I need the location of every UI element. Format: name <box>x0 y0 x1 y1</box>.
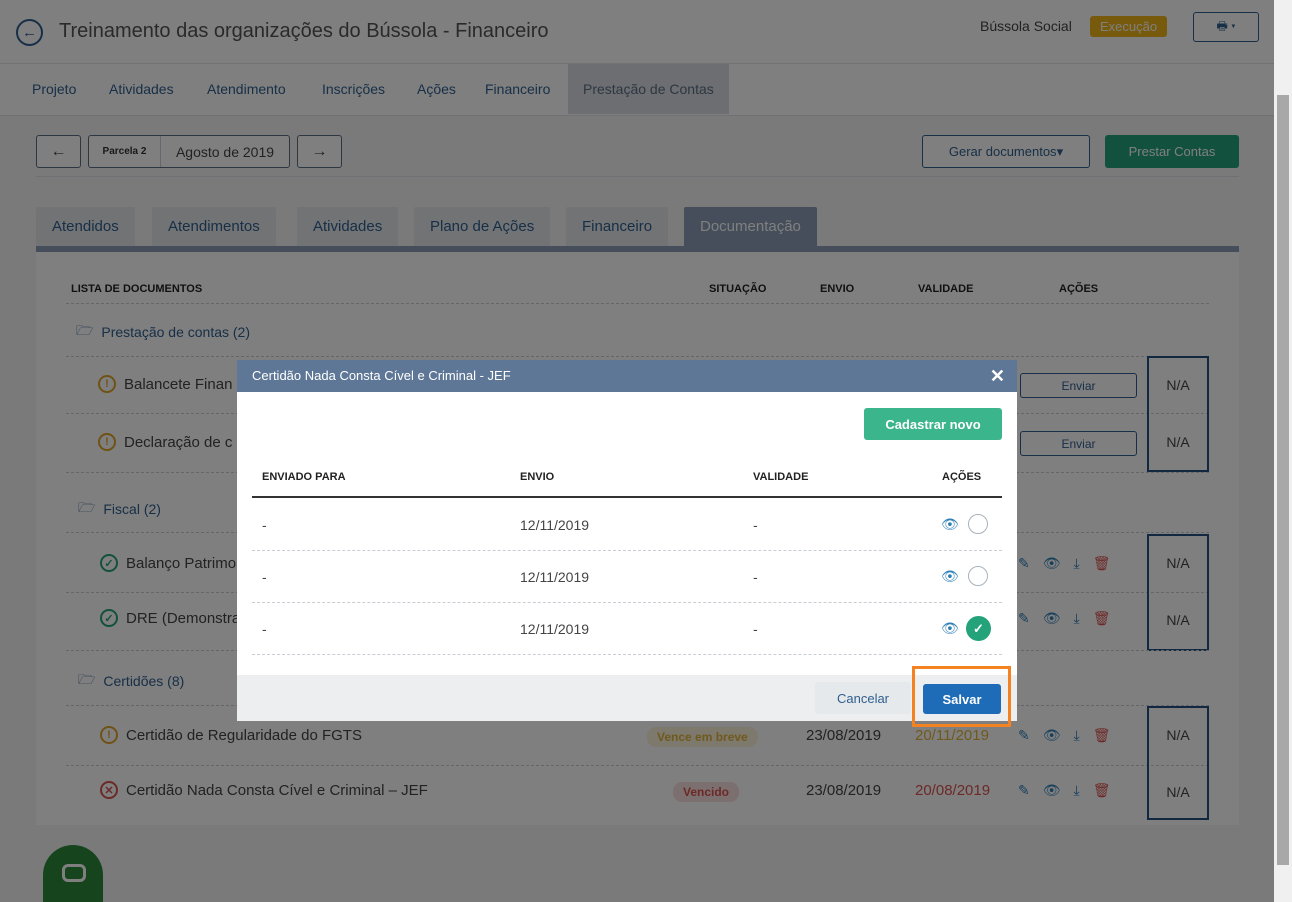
cancel-button[interactable]: Cancelar <box>815 682 911 714</box>
modal-title: Certidão Nada Consta Cível e Criminal - … <box>252 368 511 383</box>
envio-cell: 12/11/2019 <box>520 569 590 585</box>
col-acoes: AÇÕES <box>942 471 982 483</box>
cadastrar-novo-button[interactable]: Cadastrar novo <box>864 408 1002 440</box>
select-radio[interactable] <box>968 566 988 586</box>
scrollbar-thumb[interactable] <box>1277 95 1289 865</box>
col-envio: ENVIO <box>520 471 555 483</box>
validade-cell: - <box>753 569 758 585</box>
envio-cell: 12/11/2019 <box>520 517 590 533</box>
validade-cell: - <box>753 517 758 533</box>
row-divider <box>252 550 1002 551</box>
eye-icon[interactable]: 👁 <box>941 620 959 637</box>
table-header-line <box>252 496 1002 498</box>
select-radio[interactable] <box>968 514 988 534</box>
highlight-frame <box>912 666 1011 727</box>
row-divider <box>252 602 1002 603</box>
enviado-para-cell: - <box>262 517 267 533</box>
selected-check-icon[interactable]: ✓ <box>966 616 991 641</box>
enviado-para-cell: - <box>262 621 267 637</box>
enviado-para-cell: - <box>262 569 267 585</box>
col-validade: VALIDADE <box>753 471 809 483</box>
validade-cell: - <box>753 621 758 637</box>
close-icon[interactable]: ✕ <box>990 366 1005 386</box>
eye-icon[interactable]: 👁 <box>941 516 959 533</box>
modal-dialog: Certidão Nada Consta Cível e Criminal - … <box>237 360 1017 721</box>
eye-icon[interactable]: 👁 <box>941 568 959 585</box>
modal-header: Certidão Nada Consta Cível e Criminal - … <box>237 360 1017 392</box>
col-enviado-para: ENVIADO PARA <box>262 471 346 483</box>
envio-cell: 12/11/2019 <box>520 621 590 637</box>
row-divider <box>252 654 1002 655</box>
